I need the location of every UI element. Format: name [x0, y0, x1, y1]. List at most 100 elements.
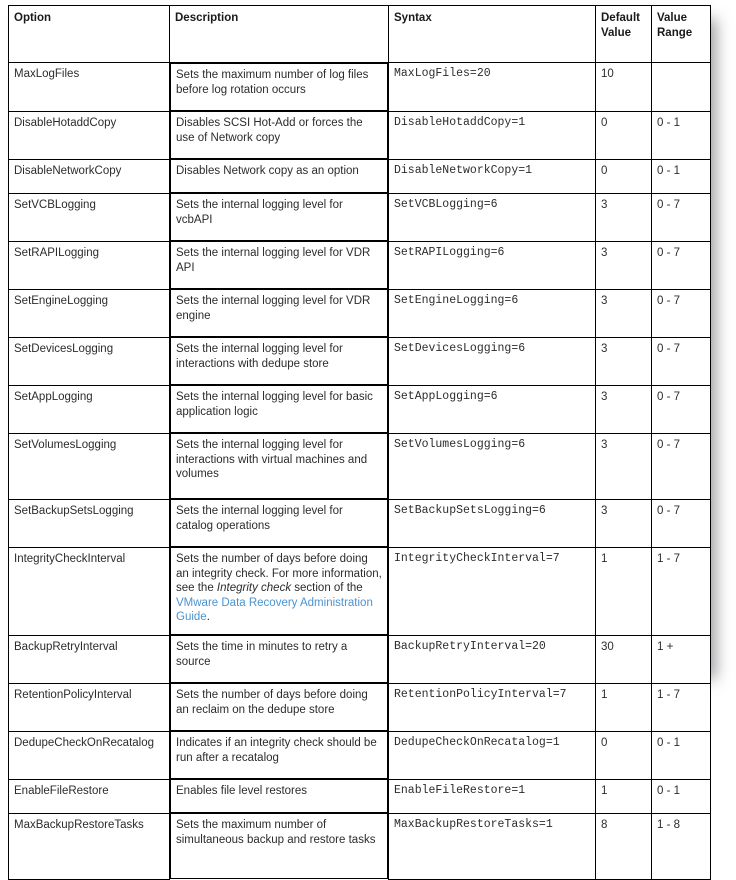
- table-row: DisableNetworkCopy Disables Network copy…: [8, 158, 711, 194]
- cell-description: Sets the internal logging level for basi…: [170, 385, 388, 433]
- cell-default-value: 10: [595, 62, 652, 112]
- cell-syntax: SetVCBLogging=6: [388, 192, 596, 242]
- cell-default-value: 3: [595, 384, 652, 434]
- cell-description: Sets the number of days before doing an …: [170, 547, 388, 635]
- cell-default-value: 3: [595, 336, 652, 386]
- cell-default-value: 0: [595, 110, 652, 160]
- column-header-range-line2: Range: [657, 26, 693, 39]
- table-header-row: Option Description Syntax Default Value V…: [8, 5, 711, 63]
- cell-description: Indicates if an integrity check should b…: [170, 731, 388, 779]
- cell-option: EnableFileRestore: [8, 778, 170, 814]
- description-tail-text: .: [206, 611, 210, 623]
- cell-syntax: SetRAPILogging=6: [388, 240, 596, 290]
- cell-syntax: MaxBackupRestoreTasks=1: [388, 812, 596, 880]
- cell-option: MaxBackupRestoreTasks: [8, 812, 170, 880]
- cell-default-value: 0: [595, 158, 652, 194]
- cell-description: Sets the internal logging level for inte…: [170, 337, 388, 385]
- cell-value-range: [651, 62, 711, 112]
- table-row: IntegrityCheckInterval Sets the number o…: [8, 546, 711, 636]
- cell-description: Sets the internal logging level for vcbA…: [170, 193, 388, 241]
- table-row: SetDevicesLogging Sets the internal logg…: [8, 336, 711, 386]
- cell-option: DisableHotaddCopy: [8, 110, 170, 160]
- cell-description: Sets the time in minutes to retry a sour…: [170, 635, 388, 683]
- cell-syntax: SetVolumesLogging=6: [388, 432, 596, 500]
- cell-description: Sets the internal logging level for cata…: [170, 499, 388, 547]
- cell-value-range: 0 - 7: [651, 336, 711, 386]
- cell-description: Disables Network copy as an option: [170, 159, 388, 193]
- cell-option: SetBackupSetsLogging: [8, 498, 170, 548]
- cell-value-range: 0 - 7: [651, 498, 711, 548]
- cell-option: DedupeCheckOnRecatalog: [8, 730, 170, 780]
- table-row: SetVolumesLogging Sets the internal logg…: [8, 432, 711, 500]
- cell-default-value: 1: [595, 778, 652, 814]
- cell-description: Sets the internal logging level for VDR …: [170, 289, 388, 337]
- column-header-option: Option: [8, 5, 170, 63]
- vdr-configuration-options-table: Option Description Syntax Default Value V…: [8, 5, 711, 880]
- cell-default-value: 0: [595, 730, 652, 780]
- table-row: SetBackupSetsLogging Sets the internal l…: [8, 498, 711, 548]
- column-header-value-range: Value Range: [651, 5, 711, 63]
- cell-option: SetVolumesLogging: [8, 432, 170, 500]
- cell-description: Sets the number of days before doing an …: [170, 683, 388, 731]
- cell-syntax: DisableNetworkCopy=1: [388, 158, 596, 194]
- cell-default-value: 3: [595, 498, 652, 548]
- cell-value-range: 0 - 7: [651, 432, 711, 500]
- cell-syntax: SetBackupSetsLogging=6: [388, 498, 596, 548]
- cell-description: Disables SCSI Hot-Add or forces the use …: [170, 111, 388, 159]
- cell-description: Sets the internal logging level for VDR …: [170, 241, 388, 289]
- cell-option: SetAppLogging: [8, 384, 170, 434]
- cell-syntax: DedupeCheckOnRecatalog=1: [388, 730, 596, 780]
- cell-option: SetRAPILogging: [8, 240, 170, 290]
- cell-option: BackupRetryInterval: [8, 634, 170, 684]
- cell-syntax: SetDevicesLogging=6: [388, 336, 596, 386]
- cell-description: Enables file level restores: [170, 779, 388, 813]
- cell-value-range: 0 - 1: [651, 158, 711, 194]
- cell-default-value: 1: [595, 546, 652, 636]
- cell-syntax: IntegrityCheckInterval=7: [388, 546, 596, 636]
- cell-description: Sets the maximum number of log files bef…: [170, 63, 388, 111]
- cell-option: SetDevicesLogging: [8, 336, 170, 386]
- column-header-description: Description: [169, 5, 389, 63]
- table-row: EnableFileRestore Enables file level res…: [8, 778, 711, 814]
- column-header-default-line2: Value: [601, 26, 632, 39]
- cell-value-range: 0 - 7: [651, 288, 711, 338]
- cell-syntax: RetentionPolicyInterval=7: [388, 682, 596, 732]
- description-mid-text: section of the: [291, 582, 363, 594]
- cell-value-range: 0 - 1: [651, 730, 711, 780]
- column-header-default-line1: Default: [601, 12, 640, 24]
- cell-option: DisableNetworkCopy: [8, 158, 170, 194]
- cell-value-range: 1 - 8: [651, 812, 711, 880]
- table-row: MaxLogFiles Sets the maximum number of l…: [8, 62, 711, 112]
- table-row: DedupeCheckOnRecatalog Indicates if an i…: [8, 730, 711, 780]
- cell-option: SetVCBLogging: [8, 192, 170, 242]
- cell-description: Sets the internal logging level for inte…: [170, 433, 388, 499]
- cell-default-value: 3: [595, 192, 652, 242]
- administration-guide-link[interactable]: VMware Data Recovery Administration Guid…: [176, 597, 373, 624]
- cell-default-value: 3: [595, 240, 652, 290]
- column-header-syntax: Syntax: [388, 5, 596, 63]
- cell-value-range: 1 - 7: [651, 546, 711, 636]
- cell-value-range: 0 - 7: [651, 240, 711, 290]
- table-row: SetVCBLogging Sets the internal logging …: [8, 192, 711, 242]
- table-row: DisableHotaddCopy Disables SCSI Hot-Add …: [8, 110, 711, 160]
- table-row: SetEngineLogging Sets the internal loggi…: [8, 288, 711, 338]
- cell-default-value: 3: [595, 288, 652, 338]
- cell-default-value: 8: [595, 812, 652, 880]
- cell-syntax: SetAppLogging=6: [388, 384, 596, 434]
- cell-value-range: 0 - 7: [651, 192, 711, 242]
- cell-default-value: 1: [595, 682, 652, 732]
- cell-default-value: 3: [595, 432, 652, 500]
- table-row: SetRAPILogging Sets the internal logging…: [8, 240, 711, 290]
- cell-value-range: 0 - 1: [651, 778, 711, 814]
- cell-option: RetentionPolicyInterval: [8, 682, 170, 732]
- table-header: Option Description Syntax Default Value V…: [8, 5, 711, 63]
- cell-syntax: BackupRetryInterval=20: [388, 634, 596, 684]
- cell-value-range: 0 - 1: [651, 110, 711, 160]
- column-header-range-line1: Value: [657, 12, 688, 24]
- cell-value-range: 0 - 7: [651, 384, 711, 434]
- table-row: MaxBackupRestoreTasks Sets the maximum n…: [8, 812, 711, 880]
- cell-value-range: 1 +: [651, 634, 711, 684]
- table-row: BackupRetryInterval Sets the time in min…: [8, 634, 711, 684]
- cell-syntax: DisableHotaddCopy=1: [388, 110, 596, 160]
- table-row: SetAppLogging Sets the internal logging …: [8, 384, 711, 434]
